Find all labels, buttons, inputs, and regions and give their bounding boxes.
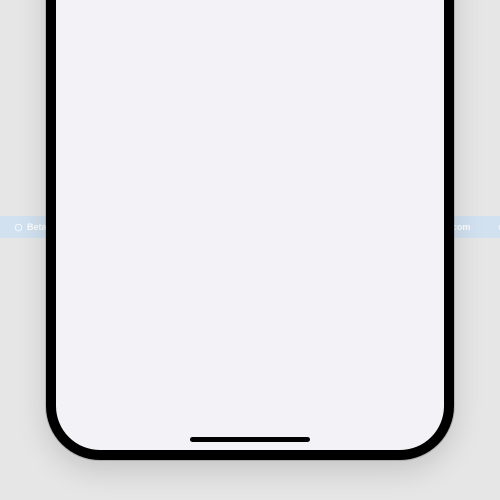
phone-screen: choice. Apple does not have access to th… <box>56 0 444 450</box>
home-indicator[interactable] <box>190 437 310 442</box>
phone-frame: choice. Apple does not have access to th… <box>46 0 454 460</box>
settings-scroll[interactable]: choice. Apple does not have access to th… <box>56 0 444 5</box>
